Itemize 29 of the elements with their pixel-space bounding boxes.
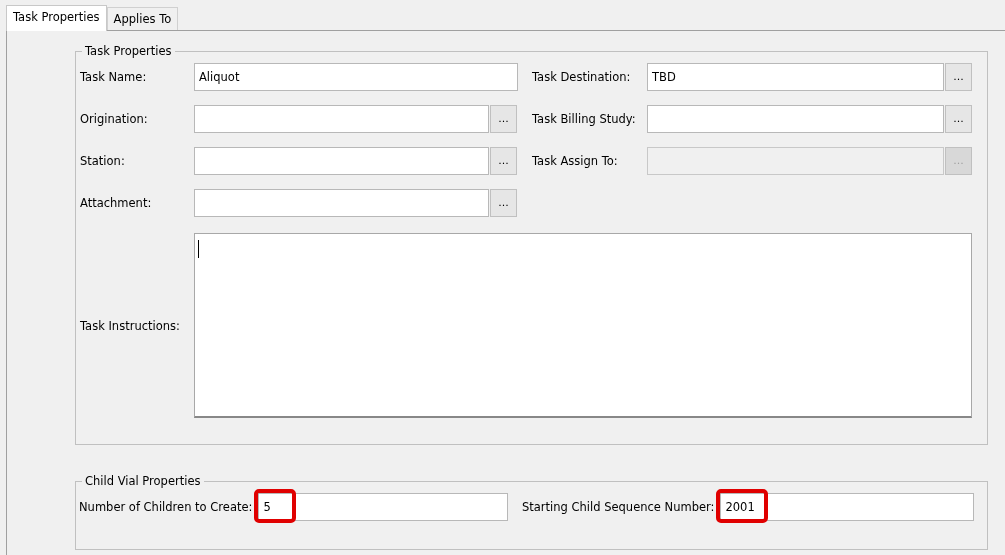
field-label: Task Billing Study:: [532, 111, 637, 128]
browse-button[interactable]: ...: [490, 105, 517, 133]
field-label: Number of Children to Create:: [79, 500, 253, 514]
text-field[interactable]: [647, 105, 944, 133]
field-label: Task Name:: [80, 69, 148, 86]
browse-button[interactable]: ...: [945, 105, 972, 133]
field-label: Task Instructions:: [80, 317, 181, 335]
field-label: Origination:: [80, 111, 149, 128]
browse-button[interactable]: ...: [490, 147, 517, 175]
field-label: Station:: [80, 153, 126, 170]
group-title: Task Properties: [82, 44, 175, 58]
text-field[interactable]: 2001: [720, 493, 975, 521]
tab[interactable]: Task Properties: [6, 5, 107, 31]
text-field[interactable]: [194, 105, 489, 133]
text-field[interactable]: [194, 189, 489, 217]
tab[interactable]: Applies To: [106, 7, 179, 30]
field-label: Attachment:: [80, 195, 153, 212]
text-area[interactable]: [194, 233, 972, 418]
browse-button[interactable]: ...: [945, 63, 972, 91]
text-field[interactable]: TBD: [647, 63, 944, 91]
text-field[interactable]: Aliquot: [194, 63, 518, 91]
text-cursor: [198, 240, 199, 258]
field-label: Task Destination:: [532, 69, 632, 86]
browse-button[interactable]: ...: [490, 189, 517, 217]
field-label: Task Assign To:: [532, 153, 619, 170]
group-title: Child Vial Properties: [82, 474, 204, 488]
text-field[interactable]: [194, 147, 489, 175]
text-field[interactable]: 5: [258, 493, 509, 521]
field-label: Starting Child Sequence Number:: [522, 500, 715, 514]
